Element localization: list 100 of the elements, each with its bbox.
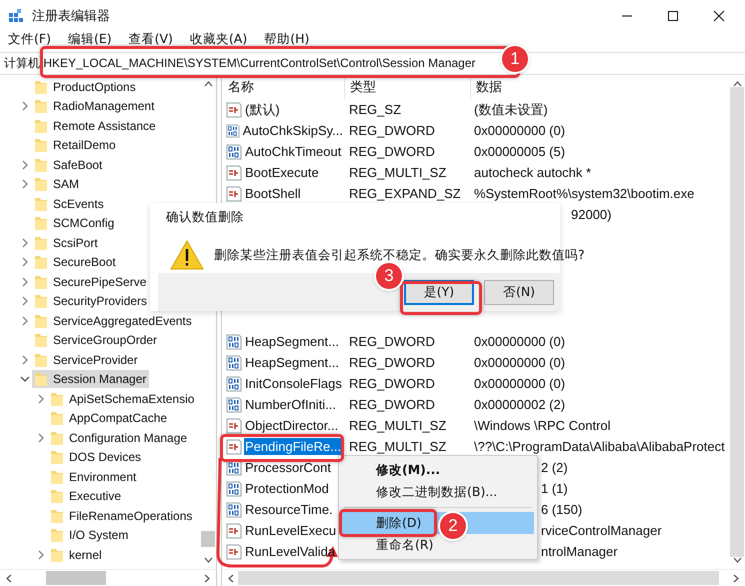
string-value-icon bbox=[226, 438, 242, 454]
tree-item[interactable]: SCMConfig bbox=[32, 214, 118, 232]
scroll-down-icon[interactable] bbox=[732, 557, 742, 563]
expand-chevron-icon[interactable] bbox=[21, 257, 29, 268]
table-cell: REG_DWORD bbox=[349, 397, 435, 412]
value-name[interactable]: ObjectDirector... bbox=[244, 417, 340, 434]
menu-item[interactable]: 查看(V) bbox=[128, 32, 173, 46]
scroll-left-icon[interactable] bbox=[228, 574, 234, 582]
collapse-chevron-icon[interactable] bbox=[20, 375, 30, 384]
column-header[interactable]: 类型 bbox=[345, 75, 471, 99]
folder-icon bbox=[34, 118, 48, 134]
tree-item[interactable]: Session Manager bbox=[32, 370, 150, 388]
menu-item[interactable]: 收藏夹(A) bbox=[190, 32, 248, 46]
close-icon[interactable] bbox=[713, 10, 725, 22]
menu-item[interactable]: 修改(M)... bbox=[342, 459, 534, 481]
expand-chevron-icon[interactable] bbox=[37, 432, 45, 443]
table-cell: REG_DWORD bbox=[349, 355, 435, 370]
menu-item[interactable]: 修改二进制数据(B)... bbox=[342, 481, 534, 503]
folder-icon bbox=[34, 176, 48, 192]
table-cell: ntrolManager bbox=[541, 544, 618, 559]
menu-item[interactable]: 帮助(H) bbox=[264, 32, 310, 46]
folder-icon bbox=[34, 332, 48, 348]
menu-item[interactable]: 编辑(E) bbox=[68, 32, 112, 46]
tree-item[interactable]: ApiSetSchemaExtensio bbox=[48, 390, 198, 408]
expand-chevron-icon[interactable] bbox=[21, 179, 29, 190]
tree-item[interactable]: SecurityProviders bbox=[32, 292, 150, 310]
tree-item[interactable]: Remote Assistance bbox=[32, 116, 159, 135]
value-name[interactable]: HeapSegment... bbox=[244, 354, 340, 371]
string-value-icon bbox=[226, 544, 242, 560]
scroll-right-icon[interactable] bbox=[204, 574, 210, 582]
expand-chevron-icon[interactable] bbox=[21, 296, 29, 306]
expand-chevron-icon[interactable] bbox=[21, 101, 29, 112]
tree-item[interactable]: AppCompatCache bbox=[48, 409, 170, 428]
tree-item[interactable]: ScEvents bbox=[32, 194, 107, 213]
value-name[interactable]: HeapSegment... bbox=[244, 333, 340, 350]
value-name[interactable]: InitConsoleFlags bbox=[244, 375, 343, 392]
expand-chevron-icon[interactable] bbox=[21, 276, 29, 287]
folder-icon bbox=[34, 371, 48, 388]
tree-item[interactable]: ProductOptions bbox=[32, 78, 139, 96]
expand-chevron-icon[interactable] bbox=[21, 316, 29, 326]
step-badge: 2 bbox=[440, 513, 466, 539]
expand-chevron-icon[interactable] bbox=[21, 160, 29, 170]
tree-item[interactable]: ServiceProvider bbox=[32, 350, 141, 369]
value-name[interactable]: ProtectionMod bbox=[244, 480, 330, 497]
column-header[interactable]: 数据 bbox=[471, 75, 729, 99]
tree-item[interactable]: I/O System bbox=[48, 526, 132, 544]
maximize-icon[interactable] bbox=[667, 10, 679, 22]
scrollbar-thumb[interactable] bbox=[201, 531, 215, 547]
scroll-right-icon[interactable] bbox=[733, 574, 739, 582]
table-cell: REG_DWORD bbox=[349, 144, 435, 159]
scroll-up-icon[interactable] bbox=[204, 81, 212, 87]
tree-item[interactable]: ScsiPort bbox=[32, 234, 101, 252]
tree-item[interactable]: RetailDemo bbox=[32, 136, 119, 154]
string-value-icon bbox=[226, 418, 242, 434]
value-name[interactable]: BootShell bbox=[244, 185, 302, 202]
tree-item[interactable]: DOS Devices bbox=[48, 448, 144, 466]
binary-value-icon bbox=[226, 502, 242, 518]
tree-item[interactable]: kernel bbox=[48, 546, 105, 564]
expand-chevron-icon[interactable] bbox=[21, 238, 29, 248]
value-name[interactable]: AutoChkSkipSy... bbox=[242, 122, 344, 139]
scroll-down-icon[interactable] bbox=[204, 557, 212, 563]
tree-item[interactable]: SecureBoot bbox=[32, 253, 119, 272]
expand-chevron-icon[interactable] bbox=[37, 550, 45, 560]
table-cell: rviceControlManager bbox=[541, 523, 662, 538]
value-name[interactable]: AutoChkTimeout bbox=[244, 143, 342, 160]
column-header[interactable]: 名称 bbox=[222, 75, 345, 99]
scroll-left-icon[interactable] bbox=[6, 574, 12, 582]
tree-item[interactable]: Executive bbox=[48, 487, 124, 506]
value-name[interactable]: RunLevelExecu bbox=[244, 522, 338, 539]
tree-item[interactable]: ServiceGroupOrder bbox=[32, 331, 160, 350]
scrollbar-thumb[interactable] bbox=[730, 87, 744, 557]
tree-item[interactable]: SafeBoot bbox=[32, 156, 106, 174]
table-cell: REG_MULTI_SZ bbox=[349, 418, 446, 433]
folder-icon bbox=[34, 254, 48, 270]
value-name[interactable]: PendingFileRe... bbox=[244, 438, 342, 455]
value-name[interactable]: BootExecute bbox=[244, 164, 320, 181]
value-name[interactable]: (默认) bbox=[244, 100, 281, 120]
tree-item[interactable]: SecurePipeServe bbox=[32, 272, 150, 291]
folder-icon bbox=[34, 215, 48, 232]
expand-chevron-icon[interactable] bbox=[37, 394, 45, 404]
value-name[interactable]: NumberOfIniti... bbox=[244, 396, 338, 413]
value-name[interactable]: ResourceTime. bbox=[244, 501, 334, 518]
dialog-message: 删除某些注册表值会引起系统不稳定。确实要永久删除此数值吗? bbox=[214, 246, 585, 264]
table-cell: 6 (150) bbox=[541, 502, 582, 517]
table-cell: REG_SZ bbox=[349, 102, 402, 117]
scroll-up-icon[interactable] bbox=[732, 81, 742, 87]
menu-item[interactable]: 文件(F) bbox=[8, 32, 51, 46]
no-button[interactable]: 否(N) bbox=[484, 280, 554, 304]
scrollbar-thumb[interactable] bbox=[46, 571, 106, 585]
tree-item[interactable]: SAM bbox=[32, 175, 82, 194]
tree-item[interactable]: ServiceAggregatedEvents bbox=[32, 312, 195, 330]
tree-item[interactable]: Environment bbox=[48, 468, 140, 486]
expand-chevron-icon[interactable] bbox=[21, 354, 29, 365]
table-cell: 0x00000002 (2) bbox=[474, 397, 566, 412]
tree-item[interactable]: Configuration Manage bbox=[48, 428, 190, 447]
tree-item[interactable]: FileRenameOperations bbox=[48, 506, 196, 525]
scrollbar-thumb[interactable] bbox=[238, 571, 719, 585]
window-title: 注册表编辑器 bbox=[32, 8, 110, 25]
tree-item[interactable]: RadioManagement bbox=[32, 97, 158, 116]
value-name[interactable]: ProcessorCont bbox=[244, 459, 332, 476]
